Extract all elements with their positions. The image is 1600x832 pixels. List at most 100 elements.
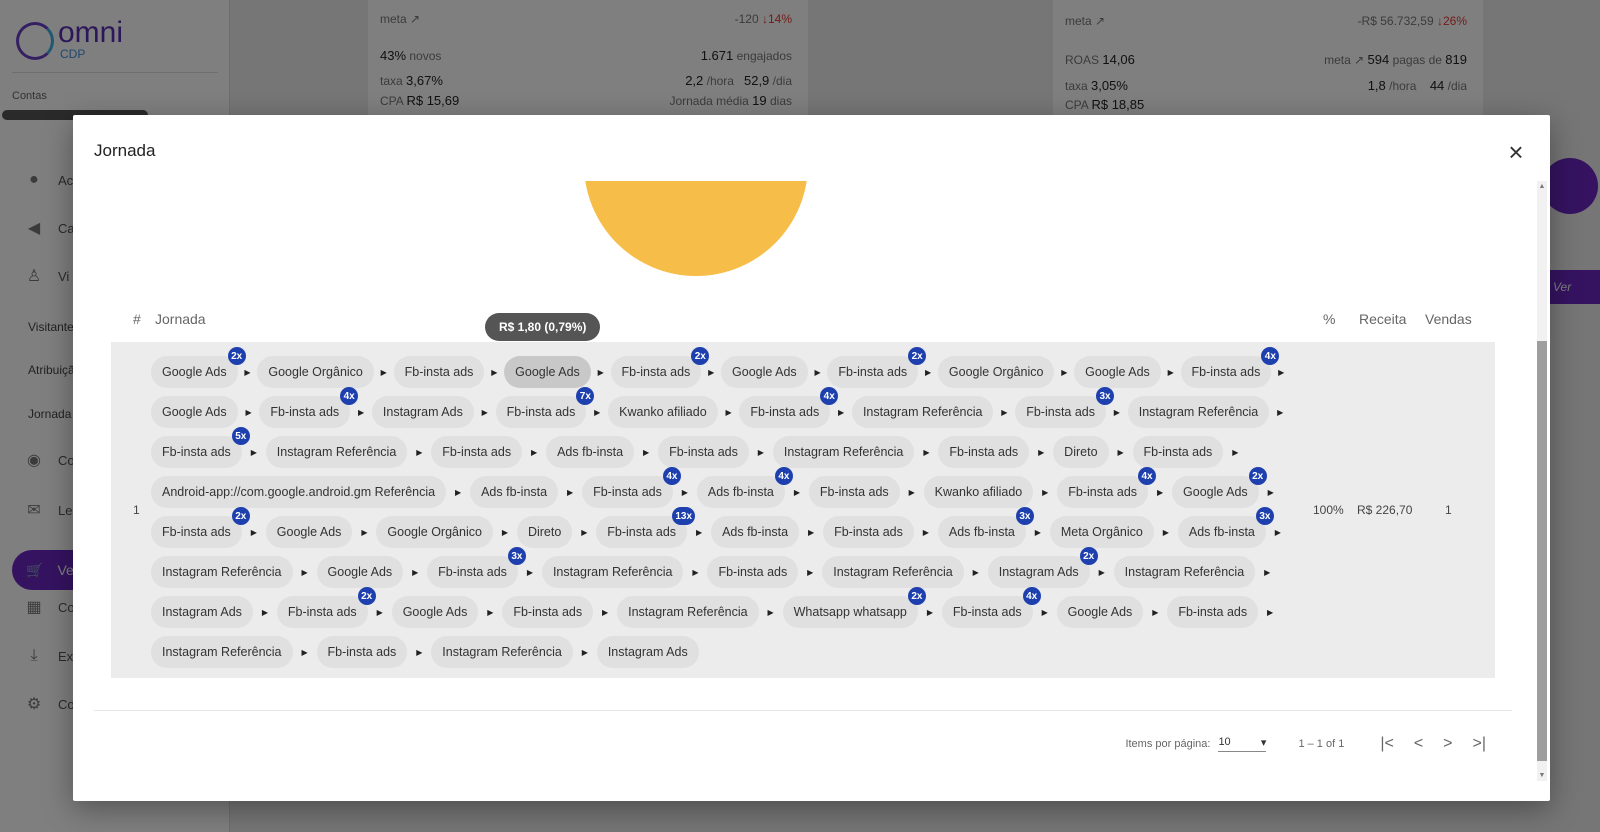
journey-step-chip[interactable]: Instagram Referência — [265, 436, 408, 468]
journey-step-chip[interactable]: Instagram Referência — [851, 396, 994, 428]
scroll-down-icon[interactable]: ▼ — [1537, 772, 1547, 779]
journey-step-chip[interactable]: Fb-insta ads — [707, 556, 799, 588]
next-page-icon[interactable]: > — [1443, 735, 1452, 753]
journey-step-label: Google Orgânico — [268, 365, 363, 379]
journey-step-label: Fb-insta ads — [607, 525, 677, 539]
arrow-right-icon: ▶ — [1232, 447, 1239, 457]
journey-step-chip[interactable]: Fb-insta ads — [431, 436, 523, 468]
journey-step-chip[interactable]: Ads fb-insta 4x — [696, 467, 793, 508]
journey-step-chip[interactable]: Ads fb-insta 3x — [1177, 507, 1274, 548]
journey-step-label: Fb-insta ads — [404, 365, 474, 379]
journey-step-chip[interactable]: Fb-insta ads 4x — [259, 387, 359, 428]
arrow-right-icon: ▶ — [1156, 487, 1164, 497]
journey-step-chip[interactable]: Google Orgânico — [376, 516, 493, 548]
journey-step-chip[interactable]: Fb-insta ads — [823, 516, 914, 548]
close-icon[interactable]: × — [1504, 139, 1528, 165]
journey-step-chip[interactable]: Instagram Ads — [151, 596, 253, 628]
journey-step-chip[interactable]: Google Ads 2x — [1172, 467, 1267, 508]
journey-step-chip[interactable]: Fb-insta ads 2x — [827, 347, 927, 388]
journey-step-chip[interactable]: Fb-insta ads — [316, 636, 408, 668]
journey-step-chip[interactable]: Instagram Referência — [1113, 556, 1256, 588]
journey-step-chip[interactable]: Google Ads — [1074, 356, 1161, 388]
journey-step-chip[interactable]: Fb-insta ads 5x — [151, 427, 250, 468]
journey-step-chip[interactable]: Instagram Ads 2x — [987, 547, 1098, 588]
first-page-icon[interactable]: |< — [1380, 735, 1394, 753]
journey-step-chip[interactable]: Fb-insta ads — [1132, 436, 1224, 468]
page-size-select[interactable]: 10 ▾ — [1218, 736, 1267, 752]
table-row[interactable]: 1 Google Ads 2x ▶ Google Orgânico ▶ Fb-insta … — [111, 342, 1495, 678]
journey-step-chip[interactable]: Instagram Ads — [596, 636, 699, 668]
journey-step-chip[interactable]: Fb-insta ads 2x — [151, 507, 250, 548]
journey-step-chip[interactable]: Google Orgânico — [937, 356, 1055, 388]
journey-step-chip[interactable]: Google Ads — [265, 516, 353, 548]
journey-step-chip[interactable]: Fb-insta ads 4x — [1180, 347, 1280, 388]
journey-step-chip[interactable]: Ads fb-insta — [470, 476, 559, 508]
journey-step-label: Google Ads — [162, 405, 227, 419]
journey-step-chip[interactable]: Google Ads — [391, 596, 479, 628]
journey-step-chip[interactable]: Google Ads — [1056, 596, 1144, 628]
journey-step-label: Instagram Referência — [442, 645, 562, 659]
journey-step-chip[interactable]: Fb-insta ads 2x — [610, 347, 710, 388]
journey-step-label: Google Ads — [402, 605, 468, 619]
journey-step-chip[interactable]: Google Orgânico — [257, 356, 374, 388]
col-revenue[interactable]: Receita — [1359, 311, 1406, 327]
journey-step-chip[interactable]: Google Ads 2x — [151, 347, 246, 388]
journey-step-chip[interactable]: Fb-insta ads 4x — [739, 387, 839, 428]
pie-slice[interactable] — [584, 181, 808, 276]
journey-step-chip[interactable]: Ads fb-insta — [711, 516, 800, 548]
journey-step-chip[interactable]: Whatsapp whatsapp 2x — [782, 587, 926, 628]
journey-step-chip[interactable]: Instagram Referência — [151, 556, 293, 588]
journey-step-chip[interactable]: Direto — [1053, 436, 1109, 468]
last-page-icon[interactable]: >| — [1473, 735, 1487, 753]
journey-step-chip[interactable]: Instagram Referência — [822, 556, 964, 588]
journey-step-chip[interactable]: Google Ads — [316, 556, 404, 588]
journey-step-chip[interactable]: Fb-insta ads — [393, 356, 485, 388]
row-revenue: R$ 226,70 — [1357, 503, 1413, 517]
journey-step-chip[interactable]: Google Ads — [151, 396, 238, 428]
arrow-right-icon: ▶ — [807, 567, 814, 577]
col-num[interactable]: # — [133, 311, 141, 327]
col-journey[interactable]: Jornada — [155, 311, 206, 327]
journey-step-chip[interactable]: Instagram Referência — [431, 636, 573, 668]
col-pct[interactable]: % — [1323, 311, 1335, 327]
journey-step-label: Fb-insta ads — [621, 365, 691, 379]
journey-step-chip[interactable]: Fb-insta ads — [658, 436, 749, 468]
journey-step-chip[interactable]: Kwanko afiliado — [923, 476, 1034, 508]
journey-step-chip[interactable]: Fb-insta ads 13x — [596, 507, 696, 548]
journey-step-chip[interactable]: Kwanko afiliado — [608, 396, 718, 428]
journey-step-label: Fb-insta ads — [952, 605, 1022, 619]
journey-step-chip[interactable]: Fb-insta ads — [808, 476, 900, 508]
journey-step-chip[interactable]: Instagram Referência — [772, 436, 915, 468]
journey-step-chip[interactable]: Fb-insta ads 4x — [582, 467, 681, 508]
journey-step-chip[interactable]: Fb-insta ads — [502, 596, 594, 628]
journey-step-chip[interactable]: Ads fb-insta — [546, 436, 635, 468]
journey-step-chip[interactable]: Fb-insta ads 4x — [941, 587, 1041, 628]
journey-step-label: Fb-insta ads — [1191, 365, 1261, 379]
scrollbar-thumb[interactable] — [1537, 341, 1547, 761]
dialog-scrollbar[interactable]: ▲ ▼ — [1534, 181, 1550, 781]
journey-step-label: Fb-insta ads — [270, 405, 340, 419]
journey-step-chip[interactable]: Fb-insta ads — [938, 436, 1030, 468]
journey-step-label: Instagram Referência — [783, 445, 904, 459]
journey-step-chip[interactable]: Google Ads — [721, 356, 808, 388]
journey-step-chip[interactable]: Fb-insta ads — [1167, 596, 1259, 628]
journey-step-chip[interactable]: Fb-insta ads 4x — [1057, 467, 1157, 508]
col-sales[interactable]: Vendas — [1425, 311, 1472, 327]
journey-step-chip[interactable]: Google Ads — [504, 356, 591, 388]
journey-step-chip[interactable]: Instagram Referência — [541, 556, 684, 588]
journey-step-chip[interactable]: Instagram Referência — [151, 636, 293, 668]
journey-step-label: Fb-insta ads — [162, 525, 231, 539]
journey-step-chip[interactable]: Fb-insta ads 7x — [495, 387, 595, 428]
journey-step-chip[interactable]: Fb-insta ads 3x — [1015, 387, 1114, 428]
prev-page-icon[interactable]: < — [1414, 735, 1423, 753]
journey-step-chip[interactable]: Instagram Referência — [617, 596, 759, 628]
journey-step-chip[interactable]: Fb-insta ads 3x — [427, 547, 526, 588]
journey-step-chip[interactable]: Fb-insta ads 2x — [276, 587, 376, 628]
journey-step-chip[interactable]: Instagram Ads — [371, 396, 474, 428]
scroll-up-icon[interactable]: ▲ — [1537, 183, 1547, 190]
journey-step-chip[interactable]: Ads fb-insta 3x — [937, 507, 1034, 548]
journey-step-chip[interactable]: Meta Orgânico — [1049, 516, 1154, 548]
journey-step-chip[interactable]: Instagram Referência — [1127, 396, 1270, 428]
journey-step-chip[interactable]: Android-app://com.google.android.gm Refe… — [151, 476, 447, 508]
journey-step-chip[interactable]: Direto — [516, 516, 573, 548]
